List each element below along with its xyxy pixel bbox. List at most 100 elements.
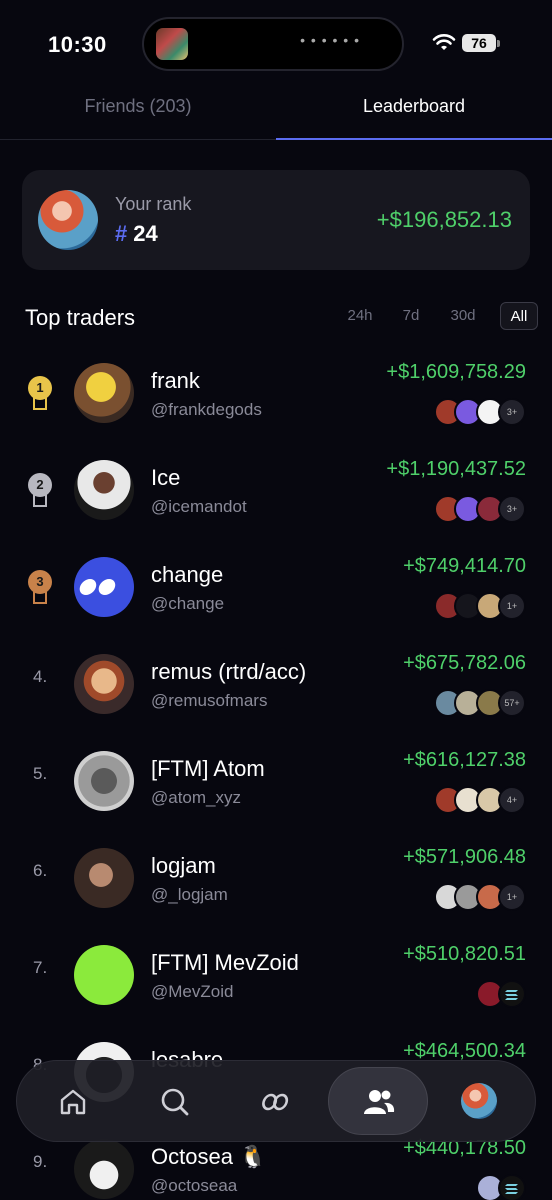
trader-handle: @icemandot [151,497,247,516]
filter-30d[interactable]: 30d [442,302,484,330]
more-holdings-badge: 57+ [498,689,526,717]
trader-row[interactable]: 6. logjam @_logjam +$571,906.48 1+ [0,825,552,922]
avatar[interactable] [74,945,134,1005]
holdings-stack: 1+ [434,592,526,620]
trader-handle: @octoseaa [151,1176,238,1195]
trader-pnl: +$1,190,437.52 [386,458,526,480]
holdings-stack: 57+ [434,689,526,717]
your-rank-number: 24 [133,221,158,246]
nav-home[interactable] [45,1074,101,1130]
holdings-stack: 4+ [434,786,526,814]
trader-handle: @change [151,594,225,613]
friends-icon [364,1090,395,1114]
change-logo-icon [262,1093,289,1111]
trader-handle: @_logjam [151,885,228,904]
more-holdings-badge: 3+ [498,398,526,426]
search-icon [161,1088,189,1116]
trader-pnl: +$749,414.70 [403,555,526,577]
more-holdings-badge: 1+ [498,592,526,620]
time-filter: 24h 7d 30d All [338,302,538,330]
rank-number: 9. [33,1152,48,1171]
island-app-icon [156,28,188,60]
trader-handle: @MevZoid [151,982,234,1001]
filter-7d[interactable]: 7d [394,302,428,330]
tab-leaderboard[interactable]: Leaderboard [276,96,552,117]
your-rank-value: #24 [115,221,158,247]
filter-24h[interactable]: 24h [338,302,382,330]
trader-row[interactable]: 3 change @change +$749,414.70 1+ [0,534,552,631]
your-rank-card[interactable]: Your rank #24 +$196,852.13 [22,170,530,270]
holdings-stack: 1+ [434,883,526,911]
status-time: 10:30 [48,32,107,57]
trader-name: Octosea 🐧 [151,1144,267,1169]
holdings-stack: 3+ [434,495,526,523]
trader-row[interactable]: 7. [FTM] MevZoid @MevZoid +$510,820.51 [0,922,552,1019]
trader-row[interactable]: 2 Ice @icemandot +$1,190,437.52 3+ [0,437,552,534]
medal-number: 2 [28,473,52,497]
silver-medal-icon: 2 [28,473,52,507]
your-rank-pnl: +$196,852.13 [376,207,512,232]
trader-pnl: +$571,906.48 [403,846,526,868]
solana-icon [498,1174,526,1200]
trader-pnl: +$616,127.38 [403,749,526,771]
section-title: Top traders [25,305,136,330]
more-holdings-badge: 3+ [498,495,526,523]
avatar[interactable] [74,363,134,423]
avatar[interactable] [74,848,134,908]
status-bar: 10:30 • • • • • • 76 [0,0,552,90]
change-logo-icon [79,579,116,595]
trader-name: [FTM] MevZoid [151,950,299,975]
your-avatar [38,190,98,250]
gold-medal-icon: 1 [28,376,52,410]
trader-pnl: +$1,609,758.29 [386,361,526,383]
tab-bar: Friends (203) Leaderboard [0,88,552,140]
rank-number: 4. [33,667,48,686]
trader-name: Ice [151,465,181,490]
profile-avatar[interactable] [461,1083,497,1119]
trader-pnl: +$675,782.06 [403,652,526,674]
trader-row[interactable]: 5. [FTM] Atom @atom_xyz +$616,127.38 4+ [0,728,552,825]
tab-friends[interactable]: Friends (203) [0,96,276,117]
avatar[interactable] [74,751,134,811]
dynamic-island[interactable]: • • • • • • [142,17,404,71]
nav-change[interactable] [249,1074,305,1130]
trader-handle: @remusofmars [151,691,268,710]
wifi-icon [432,34,456,50]
avatar[interactable] [74,460,134,520]
home-icon [60,1089,86,1115]
trader-name: frank [151,368,200,393]
rank-hash: # [115,221,128,246]
rank-number: 5. [33,764,48,783]
holdings-stack: 3+ [434,398,526,426]
trader-handle: @frankdegods [151,400,262,419]
trader-row[interactable]: 1 frank @frankdegods +$1,609,758.29 3+ [0,340,552,437]
trader-name: change [151,562,224,587]
trader-row[interactable]: 4. remus (rtrd/acc) @remusofmars +$675,7… [0,631,552,728]
battery-icon: 76 [462,34,496,52]
more-holdings-badge: 4+ [498,786,526,814]
battery-cap [497,40,500,47]
trader-handle: @atom_xyz [151,788,242,807]
avatar[interactable] [74,1139,134,1199]
holdings-stack [476,980,526,1008]
island-dots-icon: • • • • • • [300,32,360,48]
nav-search[interactable] [147,1074,203,1130]
more-holdings-badge: 1+ [498,883,526,911]
tab-active-indicator [276,138,552,140]
holdings-stack [476,1174,526,1200]
avatar[interactable] [74,654,134,714]
avatar[interactable] [74,557,134,617]
rank-number: 7. [33,958,48,977]
trader-name: [FTM] Atom [151,756,265,781]
nav-friends[interactable] [328,1067,428,1135]
trader-name: remus (rtrd/acc) [151,659,307,684]
rank-number: 6. [33,861,48,880]
bottom-nav [16,1060,536,1142]
your-rank-label: Your rank [115,194,192,214]
medal-number: 3 [28,570,52,594]
trader-pnl: +$510,820.51 [403,943,526,965]
bronze-medal-icon: 3 [28,570,52,604]
filter-all[interactable]: All [500,302,538,330]
solana-icon [498,980,526,1008]
trader-name: logjam [151,853,216,878]
